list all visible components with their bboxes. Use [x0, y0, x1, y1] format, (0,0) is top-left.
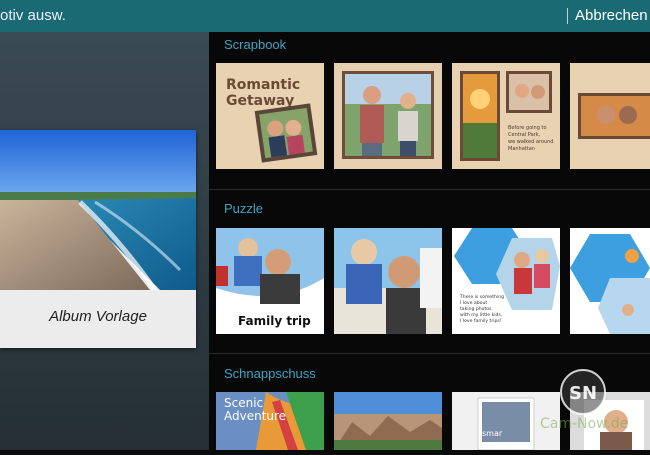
thumb-romantic-getaway[interactable]: Romantic Getaway: [216, 63, 324, 169]
thumb-snapshot-girl[interactable]: [570, 392, 650, 450]
thumb-father-son[interactable]: [334, 228, 442, 334]
thumb-hexagon-story[interactable]: There is something I love about taking p…: [452, 228, 560, 334]
story-line3: taking photos: [460, 306, 492, 312]
story-line4: with my little kids.: [460, 312, 502, 318]
family-trip-label: Family trip: [238, 314, 311, 328]
romantic-line1: Romantic: [226, 77, 300, 93]
park-line1: Before going to: [508, 125, 547, 131]
section-title-puzzle: Puzzle: [224, 201, 264, 216]
cancel-button[interactable]: Abbrechen: [575, 7, 648, 24]
section-title-scrapbook: Scrapbook: [224, 37, 287, 52]
template-preview-card: Album Vorlage: [0, 130, 196, 348]
thumb-couple-walk[interactable]: [334, 63, 442, 169]
story-line1: There is something: [459, 294, 504, 300]
header-divider: [567, 8, 568, 24]
thumb-snapshot-white[interactable]: smar: [452, 392, 560, 450]
page-title: otiv ausw.: [0, 7, 66, 24]
scenic-line2: Adventure: [224, 409, 286, 423]
romantic-line2: Getaway: [226, 93, 294, 109]
thumb-hexagon-sky[interactable]: [570, 228, 650, 334]
story-line2: I love about: [460, 300, 487, 306]
snapshot-text: smar: [482, 429, 503, 438]
section-divider: [209, 353, 650, 354]
top-bar: otiv ausw. Abbrechen: [0, 0, 650, 32]
thumb-couple-sunset[interactable]: [570, 63, 650, 169]
beach-photo: [0, 130, 196, 290]
template-caption: Album Vorlage: [49, 308, 147, 325]
section-divider: [209, 189, 650, 190]
thumb-scenic-adventure[interactable]: Scenic Adventure: [216, 392, 324, 450]
thumb-rock-formation[interactable]: [334, 392, 442, 450]
thumb-central-park[interactable]: Before going to Central Park, we walked …: [452, 63, 560, 169]
park-line3: we walked around: [508, 139, 553, 145]
section-title-schnappschuss: Schnappschuss: [224, 366, 316, 381]
scenic-line1: Scenic: [224, 396, 263, 410]
park-line4: Manhattan: [508, 146, 535, 152]
thumb-family-trip[interactable]: Family trip: [216, 228, 324, 334]
story-line5: I love family trips!: [460, 318, 502, 324]
park-line2: Central Park,: [508, 132, 541, 138]
